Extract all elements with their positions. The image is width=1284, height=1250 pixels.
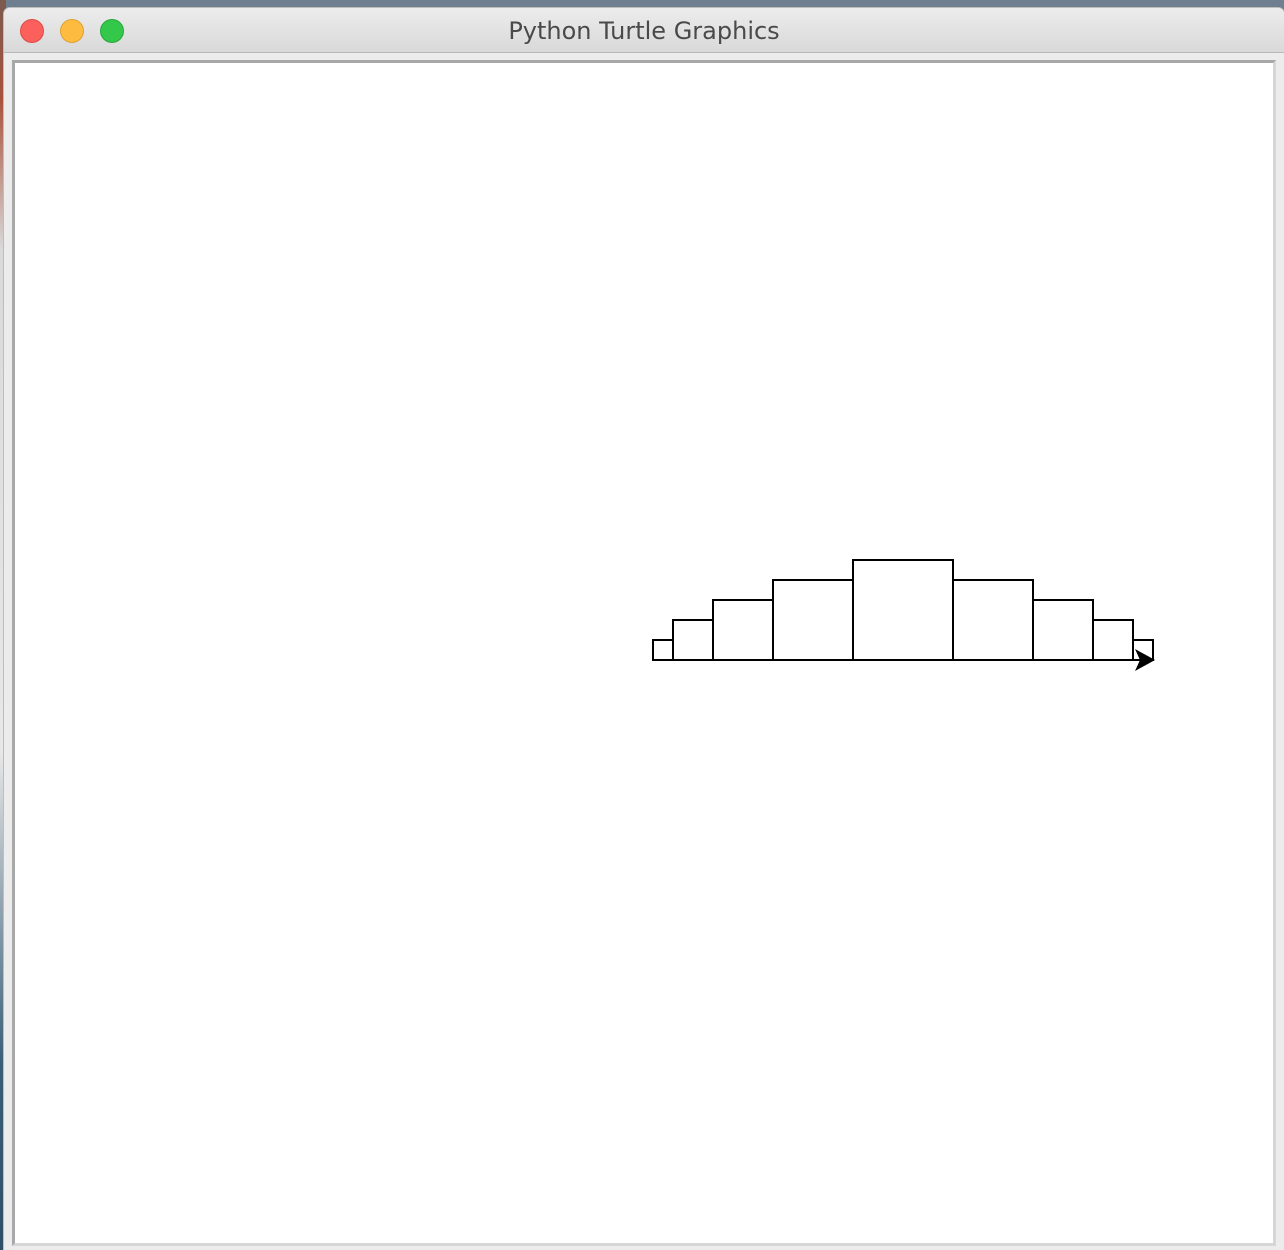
histogram-bar <box>672 619 714 661</box>
histogram-bar <box>712 599 774 661</box>
title-bar[interactable]: Python Turtle Graphics <box>4 8 1284 53</box>
histogram-bar <box>1092 619 1134 661</box>
turtle-window: Python Turtle Graphics <box>4 8 1284 1250</box>
window-title: Python Turtle Graphics <box>508 17 780 45</box>
turtle-drawing <box>652 559 1155 671</box>
histogram-bar <box>852 559 954 661</box>
turtle-canvas[interactable] <box>12 60 1276 1246</box>
histogram-bar <box>772 579 854 661</box>
histogram-bar <box>952 579 1034 661</box>
histogram-bar <box>1032 599 1094 661</box>
histogram-bar <box>652 639 674 661</box>
